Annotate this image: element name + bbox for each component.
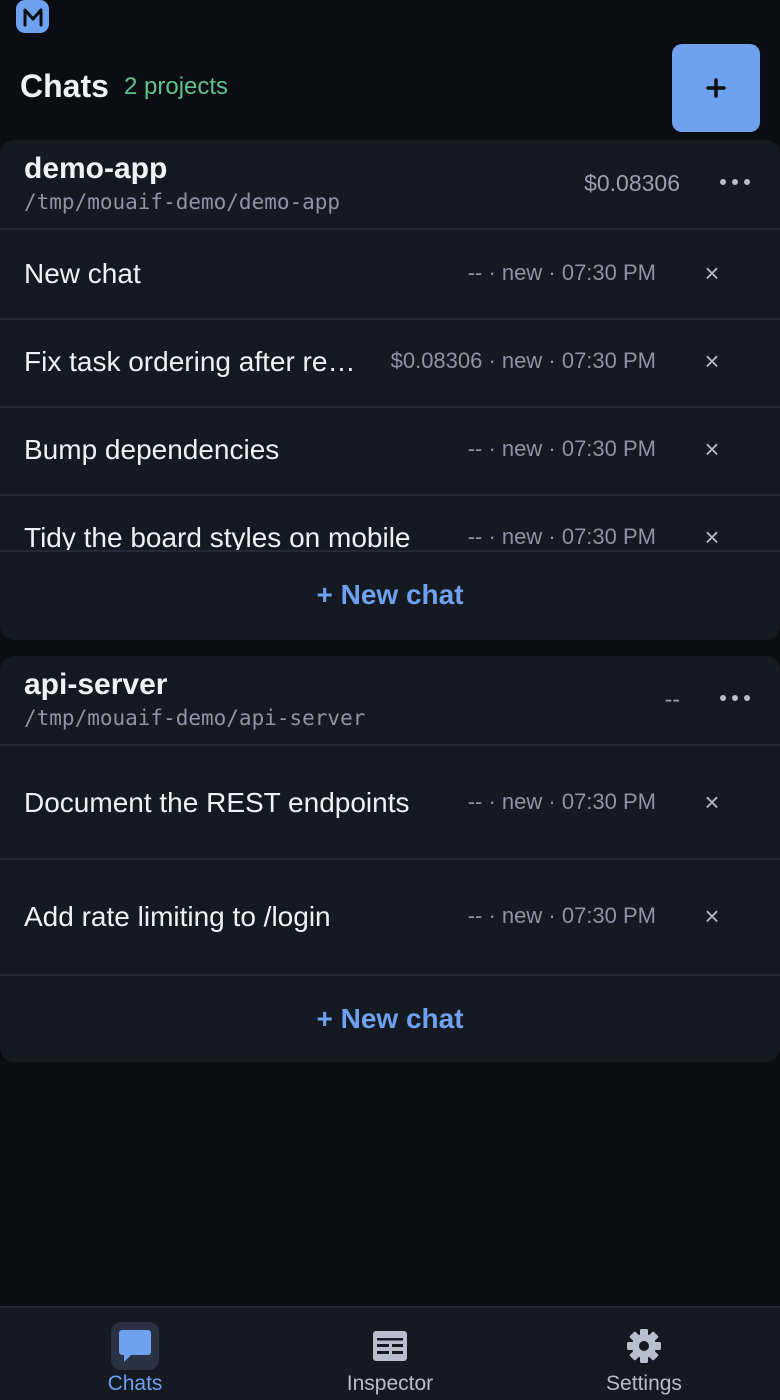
close-icon[interactable]: × (700, 903, 724, 929)
project-cost: $0.08306 (584, 170, 680, 196)
chat-meta: -- · new · 07:30 PM (467, 524, 656, 549)
chat-meta: -- · new · 07:30 PM (467, 436, 656, 461)
chat-meta: $0.08306 · new · 07:30 PM (390, 348, 656, 373)
chat-meta: -- · new · 07:30 PM (467, 260, 656, 285)
chat-row[interactable]: New chat -- · new · 07:30 PM × (0, 230, 780, 320)
chat-title: Fix task ordering after re… (24, 346, 356, 377)
app-logo-icon (16, 0, 49, 33)
tab-chats[interactable]: Chats (5, 1308, 265, 1400)
project-header[interactable]: api-server /tmp/mouaif-demo/api-server -… (0, 656, 780, 746)
close-icon[interactable]: × (700, 348, 724, 374)
bottom-tab-bar: Chats Inspector Settings (0, 1306, 780, 1400)
chat-row[interactable]: Fix task ordering after re… $0.08306 · n… (0, 320, 780, 408)
project-cost: -- (664, 686, 680, 712)
chat-list: Document the REST endpoints -- · new · 0… (0, 746, 780, 974)
tab-settings[interactable]: Settings (514, 1308, 774, 1400)
project-card-demo-app: demo-app /tmp/mouaif-demo/demo-app $0.08… (0, 140, 780, 640)
close-icon[interactable]: × (700, 436, 724, 462)
project-name: demo-app (24, 152, 168, 185)
app-root: Chats 2 projects demo-app /tmp/mouaif-de… (0, 0, 780, 1400)
tab-label: Inspector (346, 1372, 434, 1395)
chat-title: Tidy the board styles on mobile (24, 522, 411, 550)
new-chat-button[interactable]: + New chat (0, 550, 780, 638)
chat-row[interactable]: Bump dependencies -- · new · 07:30 PM × (0, 408, 780, 496)
close-icon[interactable]: × (700, 524, 724, 550)
chat-list: New chat -- · new · 07:30 PM × Fix task … (0, 230, 780, 550)
tab-inspector[interactable]: Inspector (260, 1308, 520, 1400)
gear-icon (620, 1322, 668, 1370)
chat-title: Bump dependencies (24, 434, 280, 465)
chat-title: New chat (24, 258, 141, 289)
chat-row[interactable]: Add rate limiting to /login -- · new · 0… (0, 860, 780, 974)
chat-title: Document the REST endpoints (24, 787, 410, 818)
chat-bubble-icon (111, 1322, 159, 1370)
project-path: /tmp/mouaif-demo/api-server (24, 706, 366, 730)
more-options-icon[interactable] (720, 170, 750, 194)
close-icon[interactable]: × (700, 260, 724, 286)
project-path: /tmp/mouaif-demo/demo-app (24, 190, 341, 214)
project-card-api-server: api-server /tmp/mouaif-demo/api-server -… (0, 656, 780, 1062)
project-count: 2 projects (124, 73, 229, 100)
close-icon[interactable]: × (700, 789, 724, 815)
project-name: api-server (24, 668, 168, 701)
inspector-icon (366, 1322, 414, 1370)
chat-row[interactable]: Tidy the board styles on mobile -- · new… (0, 496, 780, 550)
chat-title: Add rate limiting to /login (24, 901, 331, 932)
add-project-button[interactable] (672, 44, 760, 132)
more-options-icon[interactable] (720, 686, 750, 710)
tab-label: Chats (107, 1372, 163, 1395)
chat-row[interactable]: Document the REST endpoints -- · new · 0… (0, 746, 780, 860)
page-title: Chats (20, 68, 109, 104)
tab-label: Settings (606, 1372, 682, 1395)
plus-icon (706, 78, 726, 98)
chat-meta: -- · new · 07:30 PM (467, 903, 656, 928)
chat-meta: -- · new · 07:30 PM (467, 789, 656, 814)
page-header: Chats 2 projects (0, 44, 780, 132)
project-header[interactable]: demo-app /tmp/mouaif-demo/demo-app $0.08… (0, 140, 780, 230)
new-chat-button[interactable]: + New chat (0, 974, 780, 1062)
